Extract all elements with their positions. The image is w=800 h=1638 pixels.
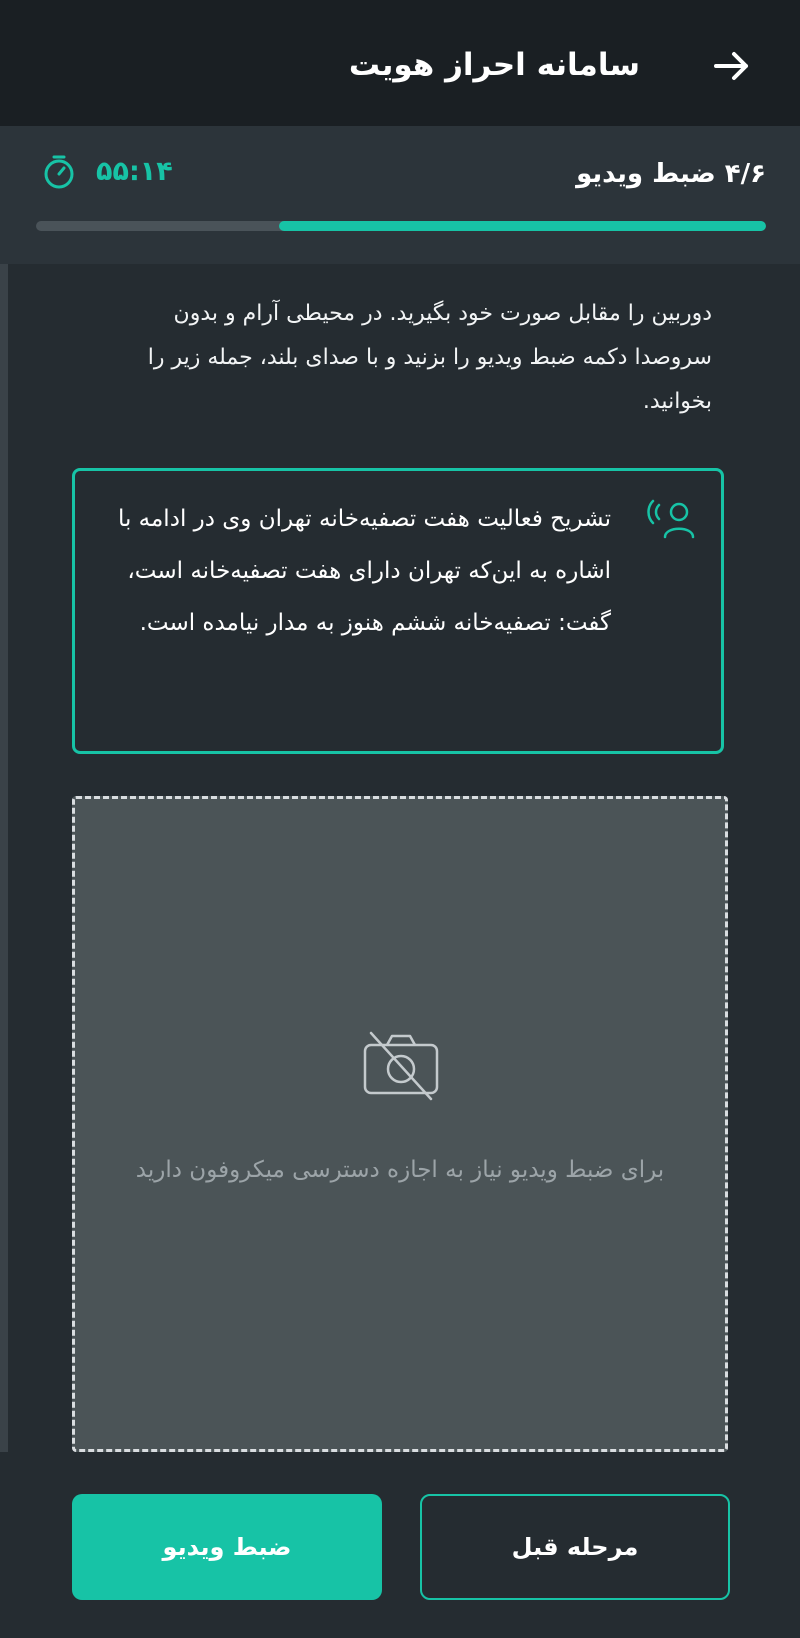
timer: ۵۵:۱۴: [40, 152, 173, 192]
step-bar: ۴/۶ ضبط ویدیو ۵۵:۱۴: [0, 126, 800, 264]
timer-value: ۵۵:۱۴: [96, 156, 173, 187]
progress-track: [36, 221, 766, 231]
stopwatch-icon: [40, 153, 78, 191]
reading-sentence-box: تشریح فعالیت هفت تصفیه‌خانه تهران وی در …: [72, 468, 724, 754]
speaking-person-icon: [647, 495, 703, 543]
header: سامانه احراز هویت: [0, 0, 800, 127]
step-label: ۴/۶ ضبط ویدیو: [576, 159, 766, 189]
arrow-right-icon: [714, 52, 748, 80]
record-video-button[interactable]: ضبط ویدیو: [72, 1494, 382, 1600]
app-screen: سامانه احراز هویت ۴/۶ ضبط ویدیو ۵۵:۱۴ دو…: [0, 0, 800, 1638]
back-button[interactable]: [704, 38, 760, 94]
progress-fill: [279, 221, 766, 231]
permission-message: برای ضبط ویدیو نیاز به اجازه دسترسی میکر…: [135, 1157, 665, 1183]
edge-divider: [0, 262, 8, 1452]
camera-off-icon: [361, 1029, 441, 1101]
previous-step-button[interactable]: مرحله قبل: [420, 1494, 730, 1600]
page-title: سامانه احراز هویت: [348, 47, 640, 83]
instructions-text: دوربین را مقابل صورت خود بگیرید. در محیط…: [147, 301, 712, 414]
camera-preview: برای ضبط ویدیو نیاز به اجازه دسترسی میکر…: [72, 796, 728, 1452]
reading-sentence: تشریح فعالیت هفت تصفیه‌خانه تهران وی در …: [117, 506, 611, 636]
